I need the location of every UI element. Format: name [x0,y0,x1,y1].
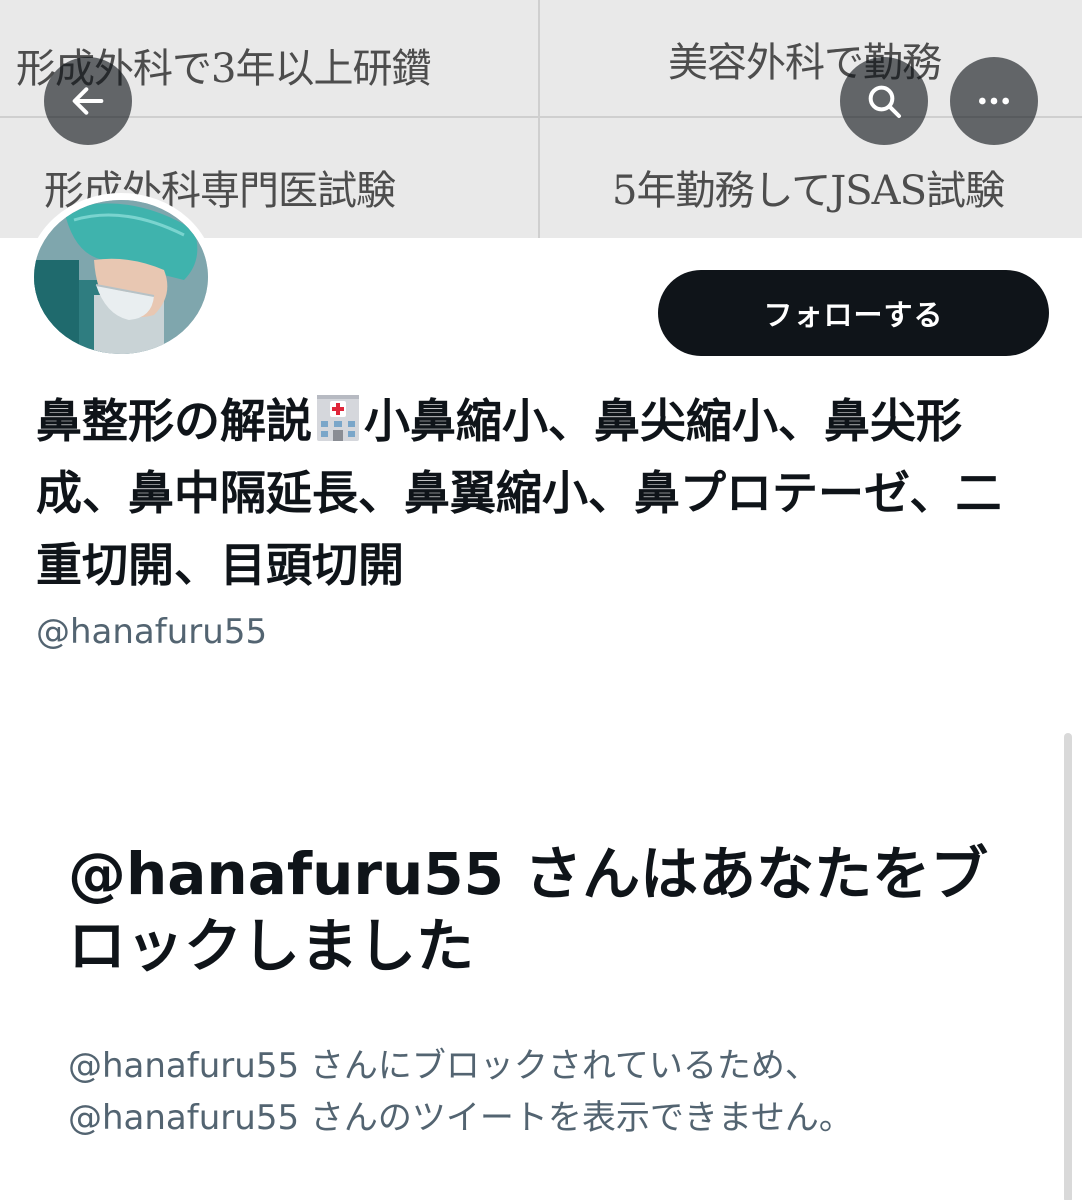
blocked-message: @hanafuru55 さんにブロックされているため、 @hanafuru55 … [68,1040,1028,1144]
arrow-left-icon [72,87,104,115]
profile-name-part1: 鼻整形の解説 [36,394,312,448]
banner-divider-vertical [538,0,540,238]
profile-handle: @hanafuru55 [36,612,268,652]
back-button[interactable] [44,57,132,145]
scrollbar[interactable] [1064,733,1072,1200]
avatar[interactable] [27,193,215,361]
hospital-icon [317,395,359,441]
search-button[interactable] [840,57,928,145]
more-button[interactable] [950,57,1038,145]
profile-display-name: 鼻整形の解説 小鼻縮小、鼻尖縮小、鼻尖形成、鼻中隔延長、鼻翼縮小、鼻プロテーゼ、… [36,385,1046,601]
blocked-heading: @hanafuru55 さんはあなたをブロックしました [68,840,989,980]
blocked-message-line-2: @hanafuru55 さんのツイートを表示できません。 [68,1098,853,1138]
more-horizontal-icon [979,97,1009,105]
search-icon [868,85,901,118]
banner-text-4: 5年勤務してJSAS試験 [612,168,1005,214]
follow-button[interactable]: フォローする [658,270,1049,356]
blocked-message-line-1: @hanafuru55 さんにブロックされているため、 [68,1046,819,1086]
avatar-image [34,200,208,354]
